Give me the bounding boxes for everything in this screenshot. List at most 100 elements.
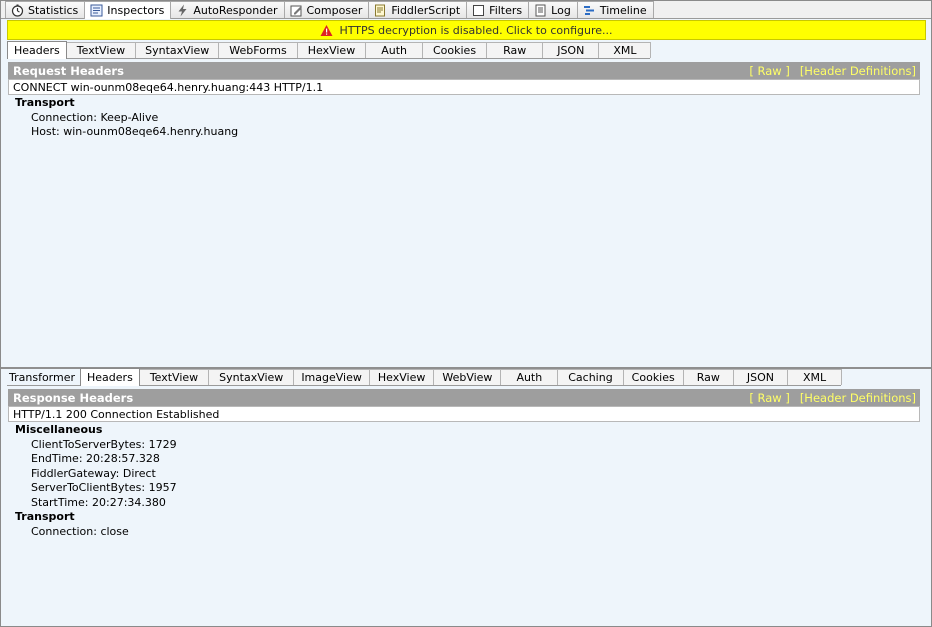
request-headers-bar: Request Headers [ Raw ] [Header Definiti…: [8, 62, 920, 79]
checkbox-icon: [472, 4, 485, 17]
request-tab-xml[interactable]: XML: [598, 42, 652, 58]
tab-label: WebView: [442, 371, 493, 384]
response-header-connection[interactable]: Connection: close: [15, 525, 177, 540]
tab-label: WebForms: [229, 44, 287, 57]
tab-label: Transformer: [9, 370, 76, 384]
response-group-transport[interactable]: Transport: [15, 510, 177, 525]
response-tab-transformer[interactable]: Transformer: [7, 369, 81, 385]
request-group-transport[interactable]: Transport: [15, 96, 238, 111]
https-warning-bar[interactable]: HTTPS decryption is disabled. Click to c…: [7, 20, 926, 40]
response-header-fiddlergateway[interactable]: FiddlerGateway: Direct: [15, 467, 177, 482]
request-tab-webforms[interactable]: WebForms: [218, 42, 298, 58]
response-tab-cookies[interactable]: Cookies: [622, 369, 684, 385]
request-tab-strip: Headers TextView SyntaxView WebForms Hex…: [7, 41, 652, 59]
tab-label: Log: [551, 3, 571, 17]
tab-label: HexView: [307, 44, 356, 57]
response-group-miscellaneous[interactable]: Miscellaneous: [15, 423, 177, 438]
request-tab-auth[interactable]: Auth: [365, 42, 423, 58]
tab-log[interactable]: Log: [528, 1, 578, 18]
request-tab-json[interactable]: JSON: [542, 42, 600, 58]
tab-label: JSON: [746, 371, 775, 384]
request-tab-headers[interactable]: Headers: [7, 41, 67, 59]
response-headers-bar: Response Headers [ Raw ] [Header Definit…: [8, 389, 920, 406]
timeline-icon: [583, 4, 596, 17]
response-tab-headers[interactable]: Headers: [80, 368, 140, 386]
tab-label: XML: [803, 371, 827, 384]
request-tab-hexview[interactable]: HexView: [296, 42, 367, 58]
response-tab-textview[interactable]: TextView: [138, 369, 210, 385]
response-header-servertoclientbytes[interactable]: ServerToClientBytes: 1957: [15, 481, 177, 496]
response-tab-syntaxview[interactable]: SyntaxView: [208, 369, 295, 385]
tab-label: Statistics: [28, 3, 79, 17]
tab-label: Headers: [87, 371, 133, 384]
response-status-line: HTTP/1.1 200 Connection Established: [8, 406, 920, 422]
response-tab-xml[interactable]: XML: [787, 369, 843, 385]
tab-label: Headers: [14, 44, 60, 57]
inspect-icon: [90, 4, 103, 17]
tab-label: JSON: [557, 44, 585, 57]
stopwatch-icon: [11, 4, 24, 17]
response-header-endtime[interactable]: EndTime: 20:28:57.328: [15, 452, 177, 467]
tab-label: Raw: [696, 371, 720, 384]
lightning-icon: [176, 4, 189, 17]
request-raw-link[interactable]: [ Raw ]: [749, 64, 789, 78]
warning-icon: [320, 24, 333, 37]
response-header-definitions-link[interactable]: [Header Definitions]: [800, 391, 916, 405]
request-line-text: CONNECT win-ounm08eqe64.henry.huang:443 …: [13, 80, 324, 94]
tab-inspectors[interactable]: Inspectors: [84, 1, 172, 19]
pencil-icon: [290, 4, 303, 17]
request-header-definitions-link[interactable]: [Header Definitions]: [800, 64, 916, 78]
tab-label: Auth: [381, 44, 407, 57]
tab-label: SyntaxView: [145, 44, 210, 57]
tab-label: Filters: [489, 3, 523, 17]
response-header-clienttoserverbytes[interactable]: ClientToServerBytes: 1729: [15, 438, 177, 453]
response-tab-imageview[interactable]: ImageView: [293, 369, 370, 385]
tab-statistics[interactable]: Statistics: [5, 1, 86, 18]
warning-text: HTTPS decryption is disabled. Click to c…: [339, 23, 613, 37]
tab-label: Cookies: [631, 371, 675, 384]
tab-label: Caching: [568, 371, 613, 384]
request-tab-cookies[interactable]: Cookies: [421, 42, 488, 58]
tab-fiddlerscript[interactable]: FiddlerScript: [368, 1, 468, 18]
response-tab-caching[interactable]: Caching: [557, 369, 624, 385]
tab-label: SyntaxView: [219, 371, 284, 384]
tab-timeline[interactable]: Timeline: [576, 1, 654, 18]
request-header-tree: Transport Connection: Keep-Alive Host: w…: [15, 96, 238, 140]
request-tab-textview[interactable]: TextView: [65, 42, 137, 58]
tab-label: TextView: [149, 371, 199, 384]
script-icon: [374, 4, 387, 17]
request-tab-syntaxview[interactable]: SyntaxView: [135, 42, 220, 58]
log-icon: [534, 4, 547, 17]
response-tab-auth[interactable]: Auth: [500, 369, 559, 385]
main-tab-strip: Statistics Inspectors AutoResponder Comp…: [1, 1, 931, 19]
tab-label: Inspectors: [107, 4, 165, 17]
response-tab-hexview[interactable]: HexView: [368, 369, 435, 385]
request-header-host[interactable]: Host: win-ounm08eqe64.henry.huang: [15, 125, 238, 140]
tab-label: Auth: [516, 371, 543, 384]
request-line: CONNECT win-ounm08eqe64.henry.huang:443 …: [8, 79, 920, 95]
response-tab-webview[interactable]: WebView: [433, 369, 502, 385]
tab-autoresponder[interactable]: AutoResponder: [170, 1, 285, 18]
tab-label: Composer: [306, 3, 363, 17]
tab-label: Raw: [503, 44, 527, 57]
tab-label: HexView: [377, 371, 426, 384]
tab-label: Timeline: [599, 3, 647, 17]
tab-label: ImageView: [301, 371, 362, 384]
request-header-connection[interactable]: Connection: Keep-Alive: [15, 111, 238, 126]
tab-label: TextView: [76, 44, 126, 57]
tab-filters[interactable]: Filters: [466, 1, 530, 18]
response-raw-link[interactable]: [ Raw ]: [749, 391, 789, 405]
response-tab-strip: Transformer Headers TextView SyntaxView …: [7, 368, 843, 386]
request-headers-title: Request Headers: [13, 63, 124, 78]
response-header-starttime[interactable]: StartTime: 20:27:34.380: [15, 496, 177, 511]
tab-label: FiddlerScript: [391, 3, 461, 17]
request-tab-raw[interactable]: Raw: [486, 42, 544, 58]
response-status-text: HTTP/1.1 200 Connection Established: [13, 407, 220, 421]
tab-composer[interactable]: Composer: [283, 1, 370, 18]
tab-label: XML: [613, 44, 637, 57]
response-tab-json[interactable]: JSON: [732, 369, 789, 385]
fiddler-inspectors-window: Statistics Inspectors AutoResponder Comp…: [0, 0, 932, 627]
tab-label: Cookies: [432, 44, 477, 57]
response-headers-title: Response Headers: [13, 390, 134, 405]
response-tab-raw[interactable]: Raw: [682, 369, 734, 385]
